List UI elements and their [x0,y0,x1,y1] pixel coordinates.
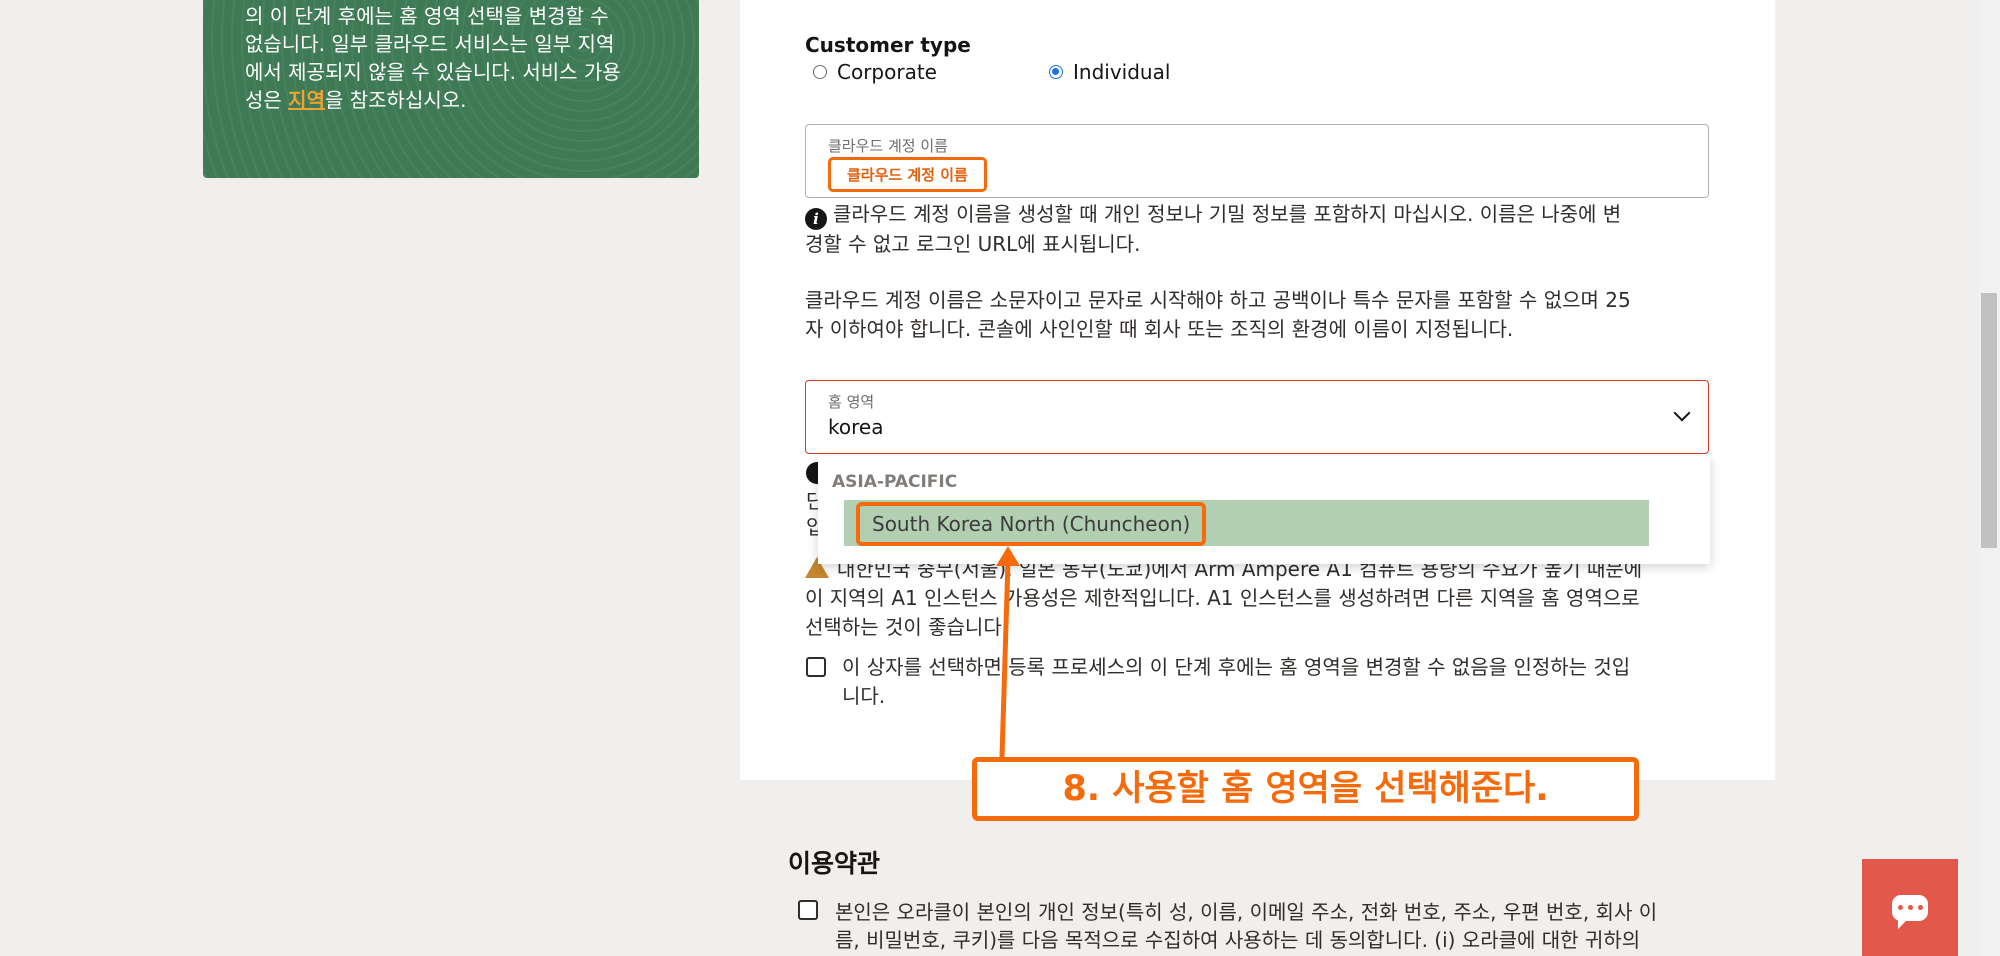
terms-checkbox[interactable] [798,900,818,920]
scrollbar-thumb[interactable] [1981,293,1997,548]
info-text: 경할 수 없고 로그인 URL에 표시됩니다. [805,232,1141,256]
ack-text: 니다. [842,684,886,708]
home-region-dropdown: ASIA-PACIFIC South Korea North (Chuncheo… [818,456,1710,564]
terms-line: 본인은 오라클이 본인의 개인 정보(특히 성, 이름, 이메일 주소, 전화 … [835,900,1658,924]
terms-text: 본인은 오라클이 본인의 개인 정보(특히 성, 이름, 이메일 주소, 전화 … [835,898,1735,954]
signup-form-card: Customer type Corporate Individual 클라우드 … [740,0,1775,780]
cloud-account-name-field[interactable]: 클라우드 계정 이름 클라우드 계정 이름 [805,124,1709,198]
terms-line: 름, 비밀번호, 쿠키)를 다음 목적으로 수집하여 사용하는 데 동의합니다.… [835,928,1641,952]
cloud-account-name-placeholder[interactable]: 클라우드 계정 이름 [828,157,987,192]
home-region-ack-text: 이 상자를 선택하면 등록 프로세스의 이 단계 후에는 홈 영역을 변경할 수… [842,653,1712,711]
annotation-callout: 8. 사용할 홈 영역을 선택해준다. [972,757,1639,821]
rules-text: 클라우드 계정 이름은 소문자이고 문자로 시작해야 하고 공백이나 특수 문자… [805,288,1631,312]
home-region-ack-checkbox[interactable] [806,657,826,677]
region-notice-prefix: 성은 [245,88,289,112]
customer-type-label: Customer type [805,33,971,57]
home-region-input[interactable]: korea [828,415,883,439]
regions-link[interactable]: 지역 [288,88,325,112]
radio-individual-label: Individual [1073,60,1171,84]
rules-text: 자 이하여야 합니다. 콘솔에 사인인할 때 회사 또는 조직의 환경에 이름이… [805,317,1514,341]
region-notice-line: 의 이 단계 후에는 홈 영역 선택을 변경할 수 [245,4,609,28]
radio-corporate-label: Corporate [837,60,937,84]
radio-corporate[interactable] [813,65,827,79]
region-notice-line: 성은 지역을 참조하십시오. [245,86,665,114]
region-notice-text: 의 이 단계 후에는 홈 영역 선택을 변경할 수 없습니다. 일부 클라우드 … [245,2,665,114]
dropdown-option-south-korea-north[interactable]: South Korea North (Chuncheon) [844,500,1649,546]
chat-button[interactable] [1862,859,1958,956]
region-notice-line: 없습니다. 일부 클라우드 서비스는 일부 지역 [245,32,615,56]
region-notice-suffix: 을 참조하십시오. [324,88,467,112]
chat-icon [1892,894,1928,929]
terms-title: 이용약관 [788,849,881,878]
warning-text: 이 지역의 A1 인스턴스 가용성은 제한적입니다. A1 인스턴스를 생성하려… [805,586,1640,610]
warning-text: 선택하는 것이 좋습니다. [805,615,1009,639]
customer-type-corporate[interactable]: Corporate [813,60,937,84]
dropdown-option-label[interactable]: South Korea North (Chuncheon) [856,502,1207,546]
cloud-account-rules: 클라우드 계정 이름은 소문자이고 문자로 시작해야 하고 공백이나 특수 문자… [805,286,1715,344]
customer-type-individual[interactable]: Individual [1049,60,1170,84]
home-region-select[interactable]: 홈 영역 korea [805,380,1709,454]
region-notice-line: 에서 제공되지 않을 수 있습니다. 서비스 가용 [245,60,621,84]
region-notice-panel: 의 이 단계 후에는 홈 영역 선택을 변경할 수 없습니다. 일부 클라우드 … [203,0,699,178]
info-text: 클라우드 계정 이름을 생성할 때 개인 정보나 기밀 정보를 포함하지 마십시… [833,202,1622,226]
a1-warning: 대한민국 중부(서울), 일본 동부(도쿄)에서 Arm Ampere A1 컴… [805,555,1715,642]
ack-text: 이 상자를 선택하면 등록 프로세스의 이 단계 후에는 홈 영역을 변경할 수… [842,655,1631,679]
dropdown-group-asia-pacific: ASIA-PACIFIC [832,472,958,492]
cloud-account-info: i 클라우드 계정 이름을 생성할 때 개인 정보나 기밀 정보를 포함하지 마십… [805,200,1715,259]
chevron-down-icon[interactable] [1673,404,1691,422]
home-region-label: 홈 영역 [828,393,875,411]
cloud-account-name-label: 클라우드 계정 이름 [828,137,948,155]
scrollbar[interactable] [1978,0,2000,956]
radio-individual[interactable] [1049,65,1063,79]
info-icon: i [805,208,827,230]
